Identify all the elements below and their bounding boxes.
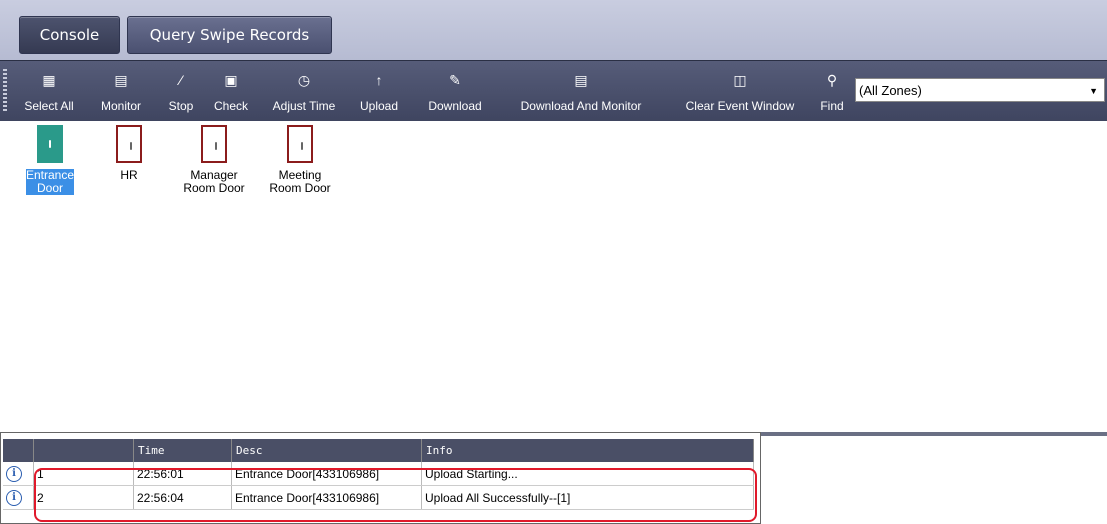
monitor-button[interactable]: ▤ Monitor <box>95 61 147 121</box>
stop-icon: ⁄ <box>179 72 183 88</box>
column-header-time[interactable]: Time <box>133 439 232 462</box>
door-closed-icon <box>116 125 142 163</box>
check-button[interactable]: ▣ Check <box>208 61 254 121</box>
event-log: Time Desc Info i 1 22:56:01 Entrance Doo… <box>0 432 761 524</box>
door-entrance[interactable]: Entrance Door <box>13 125 87 205</box>
zone-select[interactable]: (All Zones) ▼ <box>855 78 1105 102</box>
door-hr[interactable]: HR <box>92 125 166 205</box>
row-info: Upload Starting... <box>421 462 754 486</box>
door-name: Entrance Door <box>26 168 75 195</box>
row-desc: Entrance Door[433106986] <box>231 462 422 486</box>
row-time: 22:56:01 <box>133 462 232 486</box>
select-all-button[interactable]: ▦ Select All <box>10 61 88 121</box>
table-row[interactable]: i 1 22:56:01 Entrance Door[433106986] Up… <box>3 462 754 486</box>
row-icon-cell: i <box>3 485 34 510</box>
row-icon-cell: i <box>3 462 34 486</box>
info-icon: i <box>6 490 22 506</box>
row-desc: Entrance Door[433106986] <box>231 485 422 510</box>
door-name: HR <box>120 168 138 182</box>
upload-button[interactable]: ↑ Upload <box>353 61 405 121</box>
row-time: 22:56:04 <box>133 485 232 510</box>
door-panel: Entrance Door HR Manager Room Door Meeti… <box>0 121 1107 432</box>
clock-icon: ◷ <box>297 72 311 88</box>
tab-bar: Console Query Swipe Records <box>0 0 1107 60</box>
column-header-info[interactable]: Info <box>421 439 754 462</box>
door-closed-icon <box>287 125 313 163</box>
column-header-number[interactable] <box>33 439 134 462</box>
door-open-icon <box>37 125 63 163</box>
tab-query-swipe-records[interactable]: Query Swipe Records <box>127 16 332 54</box>
zone-select-value: (All Zones) <box>859 83 922 98</box>
event-log-header: Time Desc Info <box>3 439 754 462</box>
toolbar-grip[interactable] <box>3 69 7 113</box>
row-info: Upload All Successfully--[1] <box>421 485 754 510</box>
info-icon: i <box>6 466 22 482</box>
download-monitor-icon: ▤ <box>574 72 588 88</box>
trash-icon: ◫ <box>733 72 747 88</box>
search-icon: ⚲ <box>826 72 838 88</box>
door-manager-room[interactable]: Manager Room Door <box>177 125 251 205</box>
select-all-icon: ▦ <box>42 72 56 88</box>
chevron-down-icon[interactable]: ▼ <box>1089 79 1098 103</box>
stop-button[interactable]: ⁄ Stop <box>160 61 202 121</box>
row-number: 2 <box>33 485 134 510</box>
check-icon: ▣ <box>224 72 238 88</box>
monitor-icon: ▤ <box>114 72 128 88</box>
door-closed-icon <box>201 125 227 163</box>
event-log-table: Time Desc Info i 1 22:56:01 Entrance Doo… <box>3 439 754 510</box>
row-number: 1 <box>33 462 134 486</box>
download-button[interactable]: ✎ Download <box>418 61 492 121</box>
upload-arrow-icon: ↑ <box>375 72 383 88</box>
column-header-icon[interactable] <box>3 439 34 462</box>
adjust-time-button[interactable]: ◷ Adjust Time <box>262 61 346 121</box>
download-and-monitor-button[interactable]: ▤ Download And Monitor <box>500 61 662 121</box>
door-name: Manager Room Door <box>183 168 245 195</box>
door-name: Meeting Room Door <box>269 168 331 195</box>
find-button[interactable]: ⚲ Find <box>815 61 849 121</box>
column-header-desc[interactable]: Desc <box>231 439 422 462</box>
clear-event-window-button[interactable]: ◫ Clear Event Window <box>668 61 812 121</box>
table-row[interactable]: i 2 22:56:04 Entrance Door[433106986] Up… <box>3 485 754 510</box>
download-icon: ✎ <box>449 72 461 88</box>
tab-console[interactable]: Console <box>19 16 120 54</box>
side-panel <box>761 432 1107 524</box>
door-meeting-room[interactable]: Meeting Room Door <box>263 125 337 205</box>
